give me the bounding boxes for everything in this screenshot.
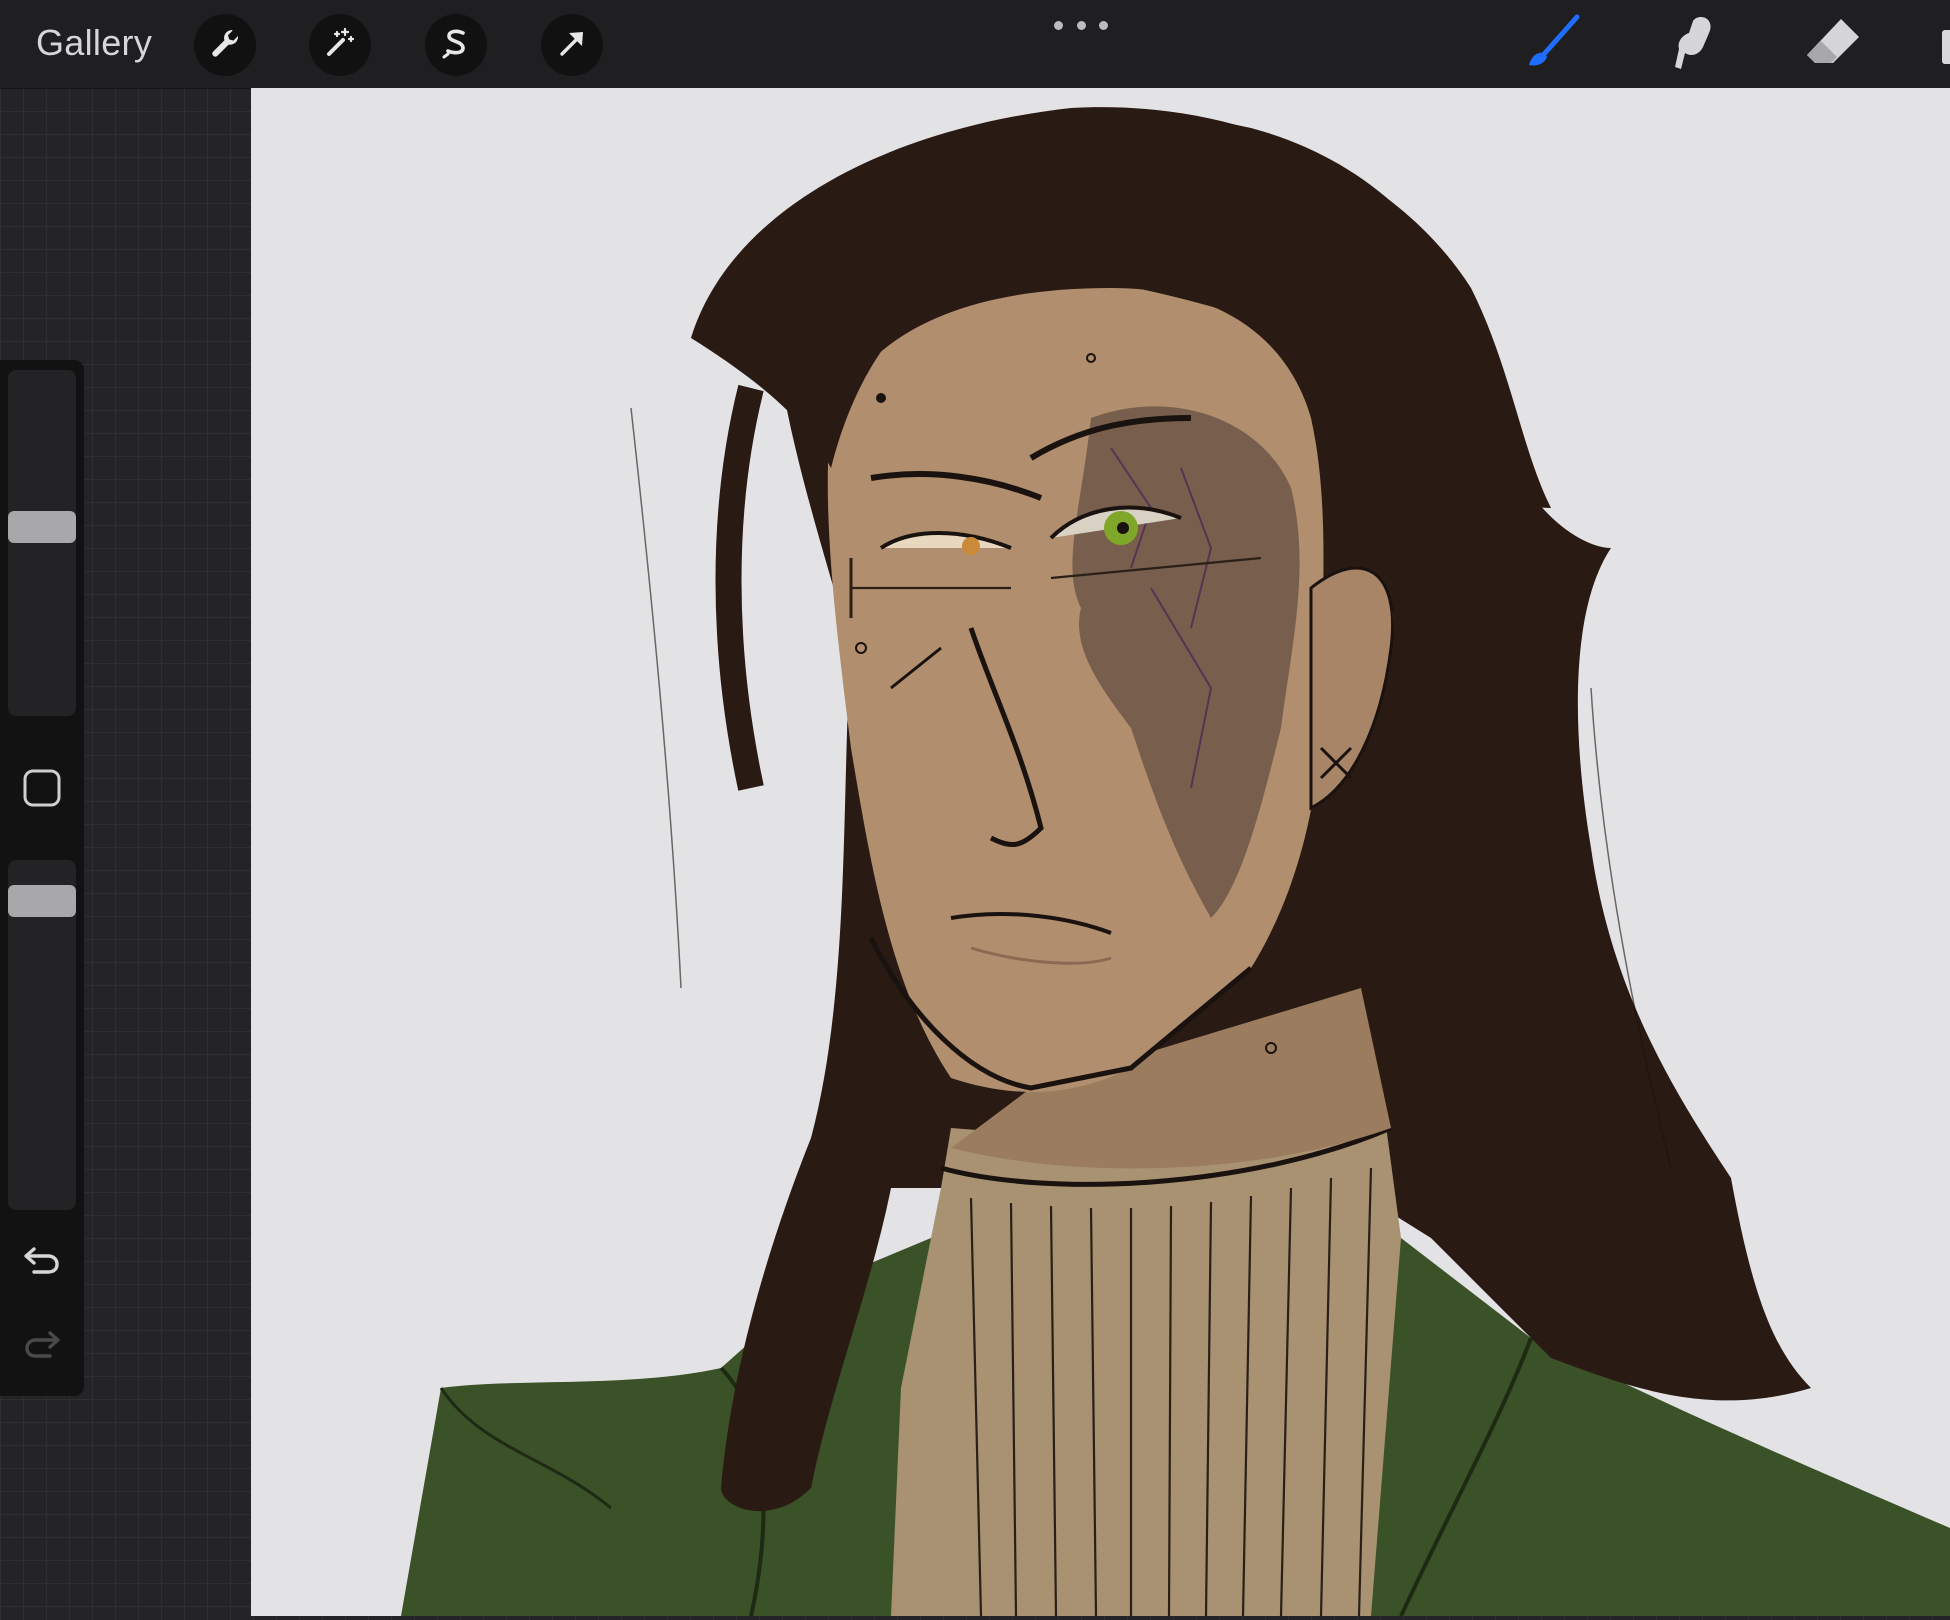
eraser-tool-button[interactable] bbox=[1800, 14, 1866, 76]
artwork-illustration bbox=[401, 107, 1950, 1616]
dot-icon bbox=[1099, 20, 1108, 30]
undo-icon bbox=[22, 1243, 62, 1282]
square-icon bbox=[22, 768, 62, 813]
opacity-handle[interactable] bbox=[8, 885, 76, 918]
brush-icon bbox=[1521, 13, 1585, 78]
more-options-button[interactable] bbox=[1054, 12, 1108, 38]
actions-button[interactable] bbox=[194, 14, 256, 76]
drawing-canvas[interactable] bbox=[251, 88, 1950, 1616]
arrow-cursor-icon bbox=[555, 26, 589, 65]
brush-size-handle[interactable] bbox=[8, 511, 76, 544]
layers-button-partial[interactable] bbox=[1942, 30, 1950, 64]
smudge-tool-button[interactable] bbox=[1660, 14, 1726, 76]
magic-wand-icon bbox=[323, 26, 357, 65]
gallery-button[interactable]: Gallery bbox=[36, 22, 152, 64]
adjustments-button[interactable] bbox=[309, 14, 371, 76]
redo-icon bbox=[22, 1327, 62, 1366]
side-bar bbox=[0, 360, 84, 1396]
dot-icon bbox=[1054, 20, 1063, 30]
transform-button[interactable] bbox=[541, 14, 603, 76]
top-toolbar: Gallery bbox=[0, 0, 1950, 89]
smudge-finger-icon bbox=[1665, 13, 1721, 78]
eraser-icon bbox=[1803, 13, 1863, 78]
modify-button[interactable] bbox=[20, 768, 64, 812]
dot-icon bbox=[1076, 20, 1086, 30]
wrench-icon bbox=[208, 26, 242, 65]
redo-button[interactable] bbox=[18, 1322, 66, 1370]
selection-button[interactable] bbox=[425, 14, 487, 76]
selection-s-icon bbox=[439, 26, 473, 65]
brush-tool-button[interactable] bbox=[1520, 14, 1586, 76]
undo-button[interactable] bbox=[18, 1238, 66, 1286]
